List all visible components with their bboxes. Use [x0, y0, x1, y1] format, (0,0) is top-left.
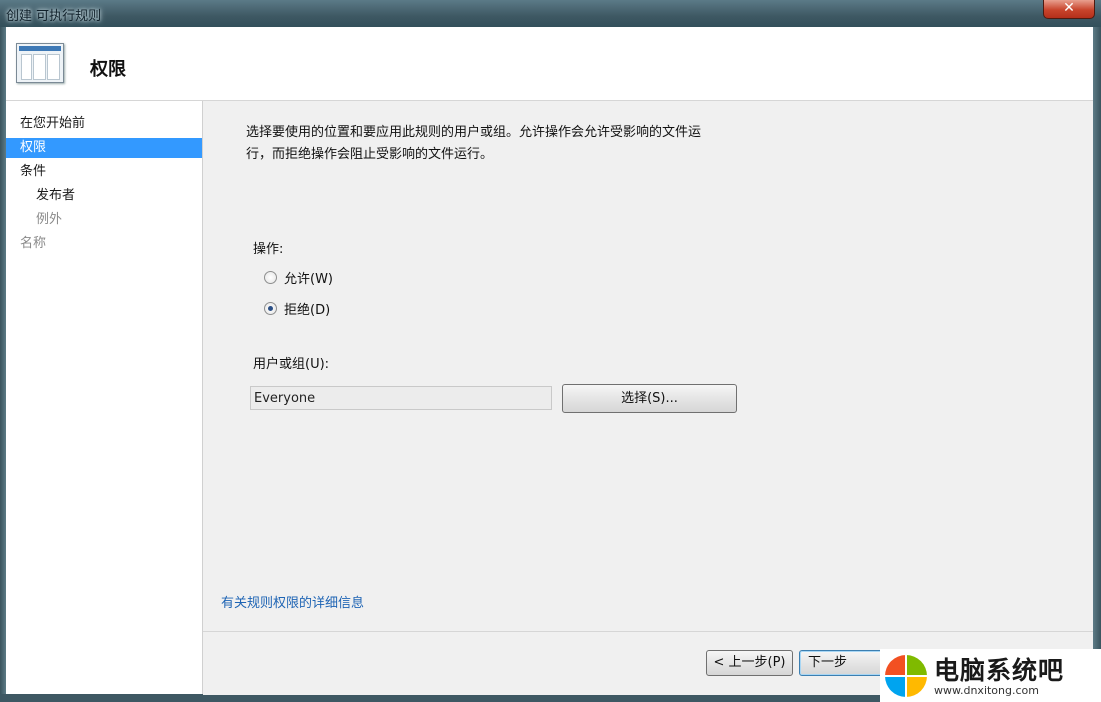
- nav-item-name: 名称: [20, 236, 47, 251]
- back-button[interactable]: < 上一步(P): [706, 650, 793, 676]
- wizard-page-icon: [16, 43, 64, 83]
- site-watermark: 电脑系统吧 www.dnxitong.com: [880, 649, 1101, 702]
- nav-item-exceptions: 例外: [36, 212, 63, 227]
- nav-item-publisher[interactable]: 发布者: [6, 186, 202, 206]
- action-label: 操作:: [253, 242, 284, 257]
- allow-radio[interactable]: [264, 271, 277, 284]
- window-frame-right: [1093, 27, 1101, 702]
- allow-radio-label[interactable]: 允许(W): [284, 268, 333, 287]
- user-group-label: 用户或组(U):: [253, 357, 330, 372]
- title-bar: 创建 可执行规则 ✕: [0, 0, 1101, 27]
- permissions-help-link[interactable]: 有关规则权限的详细信息: [221, 592, 364, 611]
- watermark-url: www.dnxitong.com: [934, 684, 1039, 697]
- select-user-button[interactable]: 选择(S)...: [562, 384, 737, 413]
- watermark-name: 电脑系统吧: [934, 656, 1065, 685]
- wizard-nav: 在您开始前 权限 条件 发布者 例外 名称: [6, 101, 203, 694]
- wizard-header: 权限: [6, 27, 1093, 101]
- deny-radio[interactable]: [264, 302, 277, 315]
- nav-item-before-you-begin[interactable]: 在您开始前: [6, 114, 202, 134]
- window-title: 创建 可执行规则: [6, 9, 102, 24]
- next-button[interactable]: 下一步: [799, 650, 889, 676]
- wizard-content: 选择要使用的位置和要应用此规则的用户或组。允许操作会允许受影响的文件运行，而拒绝…: [203, 101, 1093, 631]
- windows-logo-icon: [884, 654, 928, 698]
- permissions-description: 选择要使用的位置和要应用此规则的用户或组。允许操作会允许受影响的文件运行，而拒绝…: [246, 125, 702, 162]
- close-icon: ✕: [1063, 0, 1075, 16]
- nav-item-conditions[interactable]: 条件: [6, 162, 202, 182]
- nav-item-permissions[interactable]: 权限: [6, 138, 202, 158]
- page-title: 权限: [90, 59, 126, 80]
- close-button[interactable]: ✕: [1043, 0, 1095, 19]
- user-group-field[interactable]: [250, 386, 552, 410]
- deny-radio-label[interactable]: 拒绝(D): [284, 299, 330, 318]
